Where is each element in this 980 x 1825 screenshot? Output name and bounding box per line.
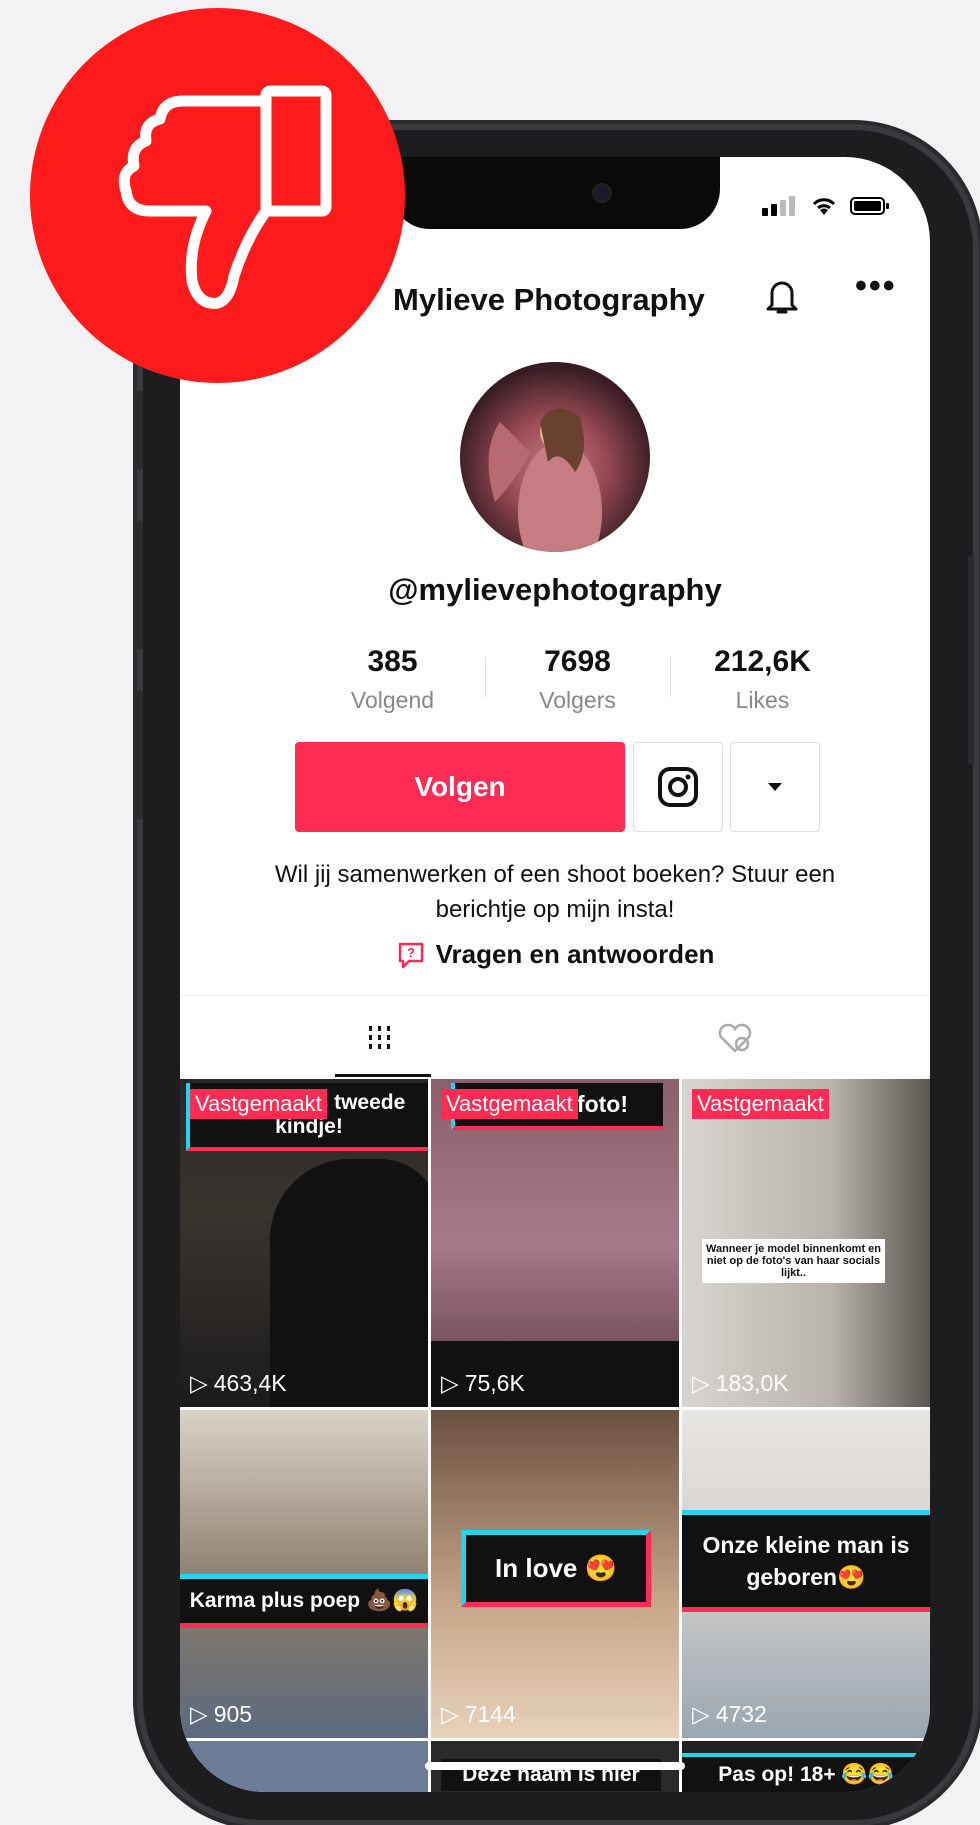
video-thumb[interactable]: Nieuwe foto! Vastgemaakt ▷75,6K: [431, 1079, 679, 1407]
pinned-badge: Vastgemaakt: [441, 1089, 578, 1119]
dropdown-button[interactable]: [730, 742, 820, 832]
view-count-value: 4732: [715, 1701, 767, 1727]
battery-icon: [850, 197, 889, 215]
video-caption: Karma plus poep 💩😱: [180, 1574, 428, 1628]
stat-value: 212,6K: [714, 645, 811, 678]
stat-likes[interactable]: 212,6K Likes: [670, 645, 855, 714]
tab-indicator: [335, 1074, 431, 1077]
view-count-value: 463,4K: [213, 1370, 287, 1396]
home-indicator: [425, 1762, 685, 1770]
divider: [670, 657, 671, 697]
thumbs-down-badge: [30, 8, 405, 383]
camera: [592, 183, 612, 203]
view-count: ▷ 4732: [692, 1701, 767, 1728]
qa-link[interactable]: ? Vragen en antwoorden: [180, 939, 930, 970]
video-caption: In love 😍: [461, 1530, 651, 1607]
play-icon: ▷: [190, 1701, 208, 1727]
video-thumb[interactable]: Karma plus poep 💩😱 ▷ 905: [180, 1410, 428, 1738]
more-icon[interactable]: •••: [855, 267, 897, 306]
view-count: ▷ 183,0K: [692, 1370, 789, 1397]
stat-label: Volgers: [539, 687, 616, 713]
video-thumb[interactable]: Onze kleine man is geboren😍 ▷ 4732: [682, 1410, 930, 1738]
svg-text:?: ?: [407, 945, 415, 960]
grid-icon: [369, 1026, 390, 1049]
avatar[interactable]: [460, 362, 650, 552]
play-icon: ▷: [190, 1370, 208, 1396]
stat-label: Volgend: [350, 687, 435, 713]
view-count: ▷ 463,4K: [190, 1370, 287, 1397]
profile-name: Mylieve Photography: [393, 282, 705, 317]
view-count-value: 7144: [464, 1701, 516, 1727]
stat-label: Likes: [735, 687, 790, 713]
phone-volume-down: [137, 690, 143, 820]
view-count-value: 75,6K: [464, 1370, 525, 1396]
view-count: ▷ 7144: [441, 1701, 516, 1728]
video-thumb[interactable]: [180, 1741, 428, 1792]
thumb-shape: [270, 1159, 428, 1407]
play-icon: ▷: [692, 1370, 710, 1396]
signal-icon: [762, 196, 798, 216]
phone-side-button: [137, 390, 143, 470]
follow-button[interactable]: Volgen: [295, 742, 625, 832]
bell-icon[interactable]: [763, 275, 801, 322]
pinned-badge: Vastgemaakt: [692, 1089, 829, 1119]
qa-icon: ?: [398, 942, 423, 968]
instagram-icon: [658, 767, 698, 807]
view-count: ▷ 905: [190, 1701, 252, 1728]
instagram-button[interactable]: [633, 742, 723, 832]
stat-value: 385: [367, 645, 418, 678]
video-caption: Pas op! 18+ 😂😂: [682, 1753, 930, 1792]
tab-videos[interactable]: [310, 996, 450, 1080]
play-icon: ▷: [441, 1701, 459, 1727]
qa-label: Vragen en antwoorden: [435, 939, 715, 969]
play-icon: ▷: [692, 1701, 710, 1727]
dropdown-icon: [768, 783, 782, 791]
video-thumb[interactable]: In love 😍 ▷ 7144: [431, 1410, 679, 1738]
profile-bio: Wil jij samenwerken of een shoot boeken?…: [274, 861, 836, 923]
phone-power-button: [968, 555, 974, 765]
stat-followers[interactable]: 7698 Volgers: [485, 645, 670, 714]
content-tabs: [180, 995, 930, 1080]
video-caption: Onze kleine man is geboren😍: [682, 1510, 930, 1612]
liked-hidden-icon: [718, 1023, 752, 1053]
video-thumb[interactable]: Pas op! 18+ 😂😂: [682, 1741, 930, 1792]
video-thumb[interactable]: Wanneer je model binnenkomt en niet op d…: [682, 1079, 930, 1407]
view-count: ▷ 75,6K: [441, 1370, 525, 1397]
screen: Mylieve Photography ••• @mylievephotogra…: [180, 157, 930, 1792]
view-count-value: 905: [213, 1701, 253, 1727]
wifi-icon: [812, 198, 836, 215]
phone-volume-up: [137, 520, 143, 650]
stat-following[interactable]: 385 Volgend: [300, 645, 485, 714]
status-bar: [762, 195, 890, 217]
view-count-value: 183,0K: [715, 1370, 789, 1396]
notch: [390, 157, 720, 229]
pinned-badge: Vastgemaakt: [190, 1089, 327, 1119]
thumbs-down-icon: [118, 85, 331, 309]
stat-value: 7698: [544, 645, 611, 678]
video-thumb[interactable]: ...n van ons tweede kindje! Vastgemaakt …: [180, 1079, 428, 1407]
tab-liked[interactable]: [665, 996, 805, 1080]
play-icon: ▷: [441, 1370, 459, 1396]
stats-row: 385 Volgend 7698 Volgers 212,6K Likes: [300, 645, 855, 714]
profile-handle: @mylievephotography: [388, 572, 722, 607]
video-caption: Wanneer je model binnenkomt en niet op d…: [702, 1239, 885, 1283]
divider: [485, 657, 486, 697]
